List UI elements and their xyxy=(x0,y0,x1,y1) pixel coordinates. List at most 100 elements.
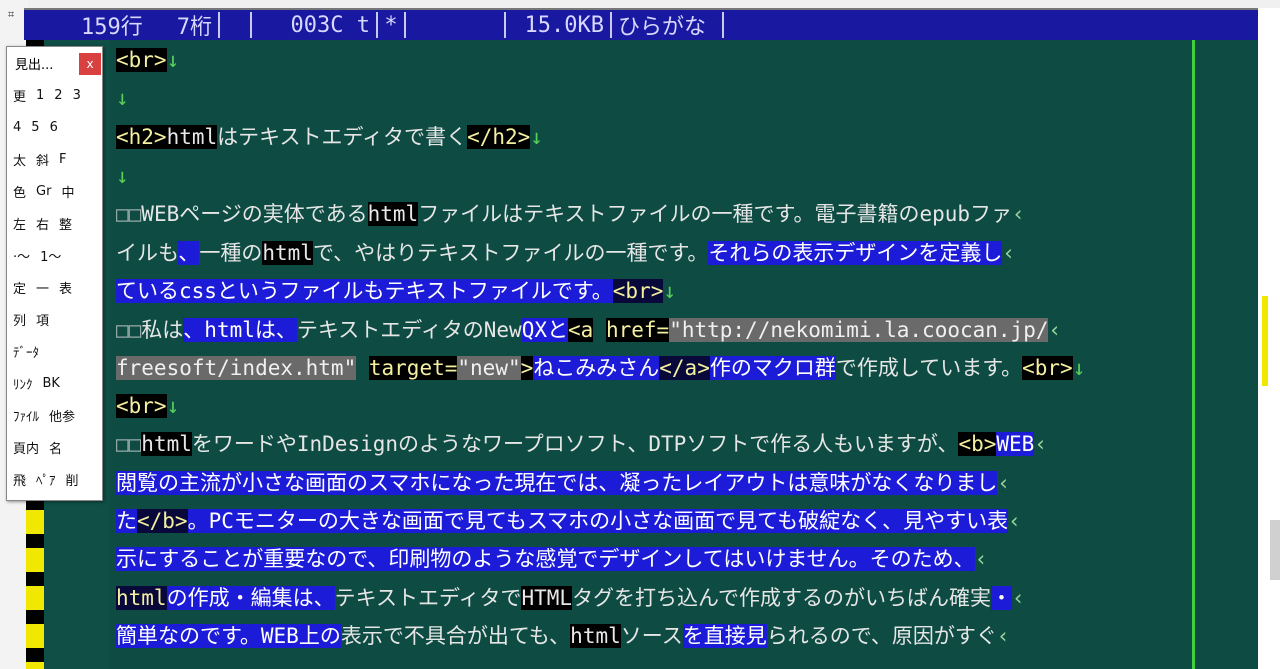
text-run: ので、原因がすぐ xyxy=(829,624,997,648)
newline-mark: ↓ xyxy=(663,279,677,303)
macro-button[interactable]: 3 xyxy=(73,88,81,103)
macro-button[interactable]: 名 xyxy=(49,438,62,457)
macro-button[interactable]: 列 xyxy=(13,310,26,329)
selection: と xyxy=(547,318,569,342)
macro-button[interactable]: 頁内 xyxy=(13,438,39,457)
text-run: 一種の xyxy=(199,241,263,265)
macro-button[interactable]: 左 xyxy=(13,214,26,233)
editor-line: 閲覧の主流が小さな画面のスマホになった現在では、凝ったレイアウトは意味がなくなり… xyxy=(116,465,1010,501)
html-attribute: target= xyxy=(368,356,458,380)
wrap-mark: ‹ xyxy=(974,547,988,571)
status-line: 159行 xyxy=(81,15,143,40)
editor-line: <h2>htmlはテキストエディタで書く</h2>↓ xyxy=(116,119,543,155)
macro-button[interactable]: ﾍﾟｱ xyxy=(36,470,56,489)
status-line-col: 159行 7桁 xyxy=(24,12,220,40)
wrap-mark: ‹ xyxy=(1048,318,1062,342)
editor-line: ↓ xyxy=(116,80,129,116)
panel-row: ·〜 1〜 xyxy=(7,239,102,271)
editor-line: 簡単なのです。WEB上の表示で不具合が出ても、htmlソースを直接見られるので、… xyxy=(116,618,1010,654)
text-run: ファイルはテキストファイルの一種です。電子書籍のepubファ xyxy=(418,202,1013,226)
macro-button[interactable]: 項 xyxy=(36,310,49,329)
text-editor[interactable]: <br>↓ ↓ <h2>htmlはテキストエディタで書く</h2>↓ ↓ □□W… xyxy=(110,40,1258,669)
macro-button[interactable]: 斜 xyxy=(36,150,49,169)
selection: た xyxy=(116,509,137,533)
window-close-icon[interactable]: ⌗ xyxy=(8,8,14,22)
attribute-value: "new" xyxy=(457,356,521,380)
keyword-highlight: html xyxy=(367,202,419,226)
wrap-mark: ‹ xyxy=(1008,509,1021,533)
text-run: 表示で不具合が出ても、 xyxy=(340,624,571,648)
editor-line: htmlの作成・編集は、テキストエディタでHTMLタグを打ち込んで作成するのがい… xyxy=(116,580,1025,616)
macro-button[interactable]: 飛 xyxy=(13,470,26,489)
text-run: をワードやInDesignのようなワープロソフト、DTPソフトで作る人もいますが… xyxy=(191,432,959,456)
html-tag: </b> xyxy=(137,509,188,533)
wrap-mark: ‹ xyxy=(996,624,1010,648)
macro-button[interactable]: 表 xyxy=(59,278,72,297)
html-tag: </a> xyxy=(659,356,710,380)
url-value: "http://nekomimi.la.coocan.jp/ xyxy=(669,318,1049,342)
selection: ているcssというファイルもテキストファイルです。 xyxy=(116,279,613,303)
text-run: イルも xyxy=(116,241,179,265)
panel-row: 頁内名 xyxy=(7,431,102,463)
macro-button[interactable]: 1〜 xyxy=(40,246,61,265)
newline-mark: ↓ xyxy=(530,125,543,149)
scrollbar-thumb[interactable] xyxy=(1270,520,1280,580)
macro-button[interactable]: 更 xyxy=(13,86,26,105)
wrap-mark: ‹ xyxy=(1012,586,1025,610)
text-run: テキストエディタのNew xyxy=(296,318,522,342)
heading-macro-panel: 見出... x 更 1 2 3 4 5 6 太斜 F 色 Gr 中左右整 ·〜 1〜定一表列項ﾃﾞｰﾀ ﾘﾝ… xyxy=(6,46,103,501)
macro-button[interactable]: 太 xyxy=(13,150,26,169)
panel-button-grid: 更 1 2 3 4 5 6 太斜 F 色 Gr 中左右整 ·〜 1〜定一表列項ﾃﾞｰﾀ ﾘﾝｸ BK ﾌｧｲﾙ他… xyxy=(7,79,102,495)
macro-button[interactable]: ﾃﾞｰﾀ xyxy=(13,342,39,361)
macro-button[interactable]: 4 xyxy=(13,120,21,135)
url-value: freesoft/index.htm" xyxy=(116,356,357,380)
macro-button[interactable]: 右 xyxy=(36,214,49,233)
wrap-mark: ‹ xyxy=(1002,241,1016,265)
status-charcode: 003C t xyxy=(252,12,378,38)
macro-button[interactable]: 5 xyxy=(31,120,39,135)
macro-button[interactable]: 1 xyxy=(36,88,44,103)
panel-row: ﾘﾝｸ BK xyxy=(7,367,102,399)
panel-row: 飛 ﾍﾟｱ 削 xyxy=(7,463,102,495)
panel-close-button[interactable]: x xyxy=(79,53,101,75)
selection: 閲覧の主流が小さな画面のスマホになった現在では、凝ったレイアウトは意味がなくなり… xyxy=(116,471,998,495)
status-filesize: 15.0KB xyxy=(506,12,612,38)
html-tag: <br> xyxy=(116,48,167,72)
macro-button[interactable]: F xyxy=(59,152,66,167)
right-marker xyxy=(1262,296,1268,386)
selection: ・ xyxy=(991,586,1013,610)
selection: は、 xyxy=(254,318,297,342)
text-run: テキストエディタで xyxy=(334,586,522,610)
wrap-column-rule xyxy=(1192,40,1195,669)
panel-row: 色 Gr 中 xyxy=(7,175,102,207)
macro-button[interactable]: 色 xyxy=(13,182,26,201)
selection: 、 xyxy=(178,241,200,265)
html-tag: </h2> xyxy=(467,125,531,149)
editor-line: ↓ xyxy=(116,158,129,194)
macro-button[interactable]: ﾌｧｲﾙ xyxy=(13,406,39,425)
selection: WEB xyxy=(996,432,1035,456)
wrap-mark: ‹ xyxy=(997,471,1011,495)
macro-button[interactable]: 2 xyxy=(54,88,62,103)
editor-right-margin xyxy=(1200,40,1258,669)
macro-button[interactable]: 整 xyxy=(59,214,72,233)
macro-button[interactable]: BK xyxy=(43,376,60,391)
html-tag: <br> xyxy=(612,279,664,303)
panel-row: 太斜F xyxy=(7,143,102,175)
macro-button[interactable]: 定 xyxy=(13,278,26,297)
status-input-mode: ひらがな xyxy=(612,12,724,40)
macro-button[interactable]: ﾘﾝｸ xyxy=(13,374,33,393)
keyword-highlight: html xyxy=(204,318,255,342)
macro-button[interactable]: Gr xyxy=(36,184,51,199)
macro-button[interactable]: 他参 xyxy=(49,406,75,425)
macro-button[interactable]: ·〜 xyxy=(13,246,30,265)
html-tag: <h2> xyxy=(116,125,167,149)
macro-button[interactable]: 6 xyxy=(50,120,58,135)
macro-button[interactable]: 削 xyxy=(66,470,79,489)
macro-button[interactable]: 中 xyxy=(61,182,74,201)
macro-button[interactable]: 一 xyxy=(36,278,49,297)
keyword-highlight: html xyxy=(116,586,167,610)
panel-row: 456 xyxy=(7,111,102,143)
selection: 示にすることが重要なので、印刷物のような感覚でデザインしてはいけません。そのため… xyxy=(116,547,975,571)
panel-row: ﾌｧｲﾙ 他参 xyxy=(7,399,102,431)
